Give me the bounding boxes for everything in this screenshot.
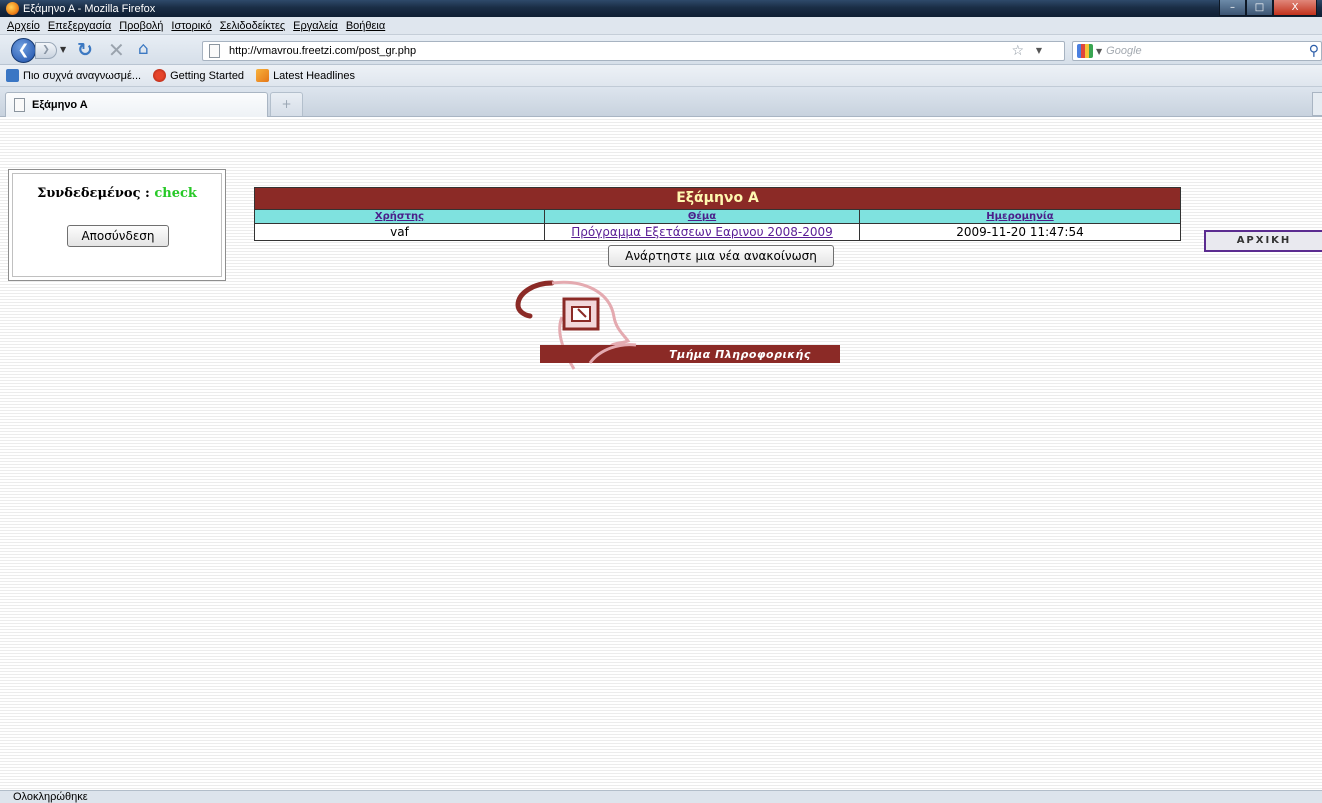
logged-in-username: check xyxy=(154,186,197,201)
bookmark-latest-headlines[interactable]: Latest Headlines xyxy=(250,69,361,82)
menu-file[interactable]: Αρχείο xyxy=(0,20,44,32)
getting-started-icon xyxy=(153,69,167,82)
tab-label: Εξάμηνο Α xyxy=(32,99,88,111)
page-icon xyxy=(14,98,25,112)
status-text: Ολοκληρώθηκε xyxy=(13,791,88,803)
menu-edit[interactable]: Επεξεργασία xyxy=(44,20,115,32)
new-tab-button[interactable]: + xyxy=(270,92,303,116)
tab-active[interactable]: Εξάμηνο Α xyxy=(5,92,268,117)
menu-history[interactable]: Ιστορικό xyxy=(167,20,215,32)
menu-bookmarks[interactable]: Σελιδοδείκτες xyxy=(216,20,289,32)
announcements-table: Εξάμηνο Α Χρήστης Θέμα Ημερομηνία vaf Πρ… xyxy=(254,187,1181,241)
department-logo-text: Τμήμα Πληροφορικής xyxy=(669,348,811,361)
login-status-box: Συνδεδεμένος : check Αποσύνδεση xyxy=(8,169,226,281)
home-icon[interactable]: ⌂ xyxy=(138,41,149,58)
bookmark-most-visited[interactable]: Πιο συχνά αναγνωσμέ... xyxy=(0,69,147,82)
subject-link[interactable]: Πρόγραμμα Εξετάσεων Εαρινου 2008-2009 xyxy=(571,225,833,239)
bookmark-getting-started[interactable]: Getting Started xyxy=(147,69,250,82)
cell-date: 2009-11-20 11:47:54 xyxy=(956,225,1084,239)
table-title: Εξάμηνο Α xyxy=(255,188,1180,209)
search-input[interactable]: Google xyxy=(1106,45,1141,57)
navigation-toolbar: ❮ ❯ ▼ ↻ ✕ ⌂ http://vmavrou.freetzi.com/p… xyxy=(0,35,1322,65)
department-logo: Τμήμα Πληροφορικής xyxy=(512,277,842,377)
forward-button[interactable]: ❯ xyxy=(35,42,57,59)
menu-tools[interactable]: Εργαλεία xyxy=(289,20,342,32)
maximize-button[interactable]: □ xyxy=(1246,0,1273,16)
search-go-icon[interactable]: ⚲ xyxy=(1309,43,1319,59)
window-controls: – □ X xyxy=(1219,0,1317,16)
search-engine-dropdown-icon[interactable]: ▼ xyxy=(1096,47,1102,56)
url-text[interactable]: http://vmavrou.freetzi.com/post_gr.php xyxy=(229,45,416,57)
cell-subject: Πρόγραμμα Εξετάσεων Εαρινου 2008-2009 xyxy=(545,224,860,240)
window-title: Εξάμηνο Α - Mozilla Firefox xyxy=(23,2,156,15)
url-dropdown-icon[interactable]: ▼ xyxy=(1036,46,1042,55)
login-prefix: Συνδεδεμένος : xyxy=(37,186,155,201)
cell-user: vaf xyxy=(255,224,545,240)
bookmark-star-icon[interactable]: ☆ xyxy=(1011,43,1024,59)
column-header-subject[interactable]: Θέμα xyxy=(545,210,860,223)
bookmark-label: Latest Headlines xyxy=(273,69,356,82)
logout-button[interactable]: Αποσύνδεση xyxy=(67,225,169,247)
column-header-date[interactable]: Ημερομηνία xyxy=(860,210,1180,223)
minimize-button[interactable]: – xyxy=(1219,0,1246,16)
menu-view[interactable]: Προβολή xyxy=(115,20,167,32)
tab-strip: Εξάμηνο Α + xyxy=(0,87,1322,117)
bookmark-label: Πιο συχνά αναγνωσμέ... xyxy=(23,69,142,82)
close-button[interactable]: X xyxy=(1273,0,1317,16)
column-header-user[interactable]: Χρήστης xyxy=(255,210,545,223)
home-link[interactable]: ΑΡΧΙΚΗ xyxy=(1204,230,1322,252)
table-header-row: Χρήστης Θέμα Ημερομηνία xyxy=(255,209,1180,223)
bookmarks-toolbar: Πιο συχνά αναγνωσμέ... Getting Started L… xyxy=(0,65,1322,87)
most-visited-icon xyxy=(6,69,19,82)
menu-bar: Αρχείο Επεξεργασία Προβολή Ιστορικό Σελι… xyxy=(0,17,1322,35)
history-dropdown-icon[interactable]: ▼ xyxy=(60,45,66,54)
page-icon xyxy=(209,44,220,58)
table-row: vaf Πρόγραμμα Εξετάσεων Εαρινου 2008-200… xyxy=(255,223,1180,240)
login-status: Συνδεδεμένος : check xyxy=(9,186,225,201)
page-content: Συνδεδεμένος : check Αποσύνδεση Εξάμηνο … xyxy=(0,117,1322,790)
google-icon[interactable] xyxy=(1077,44,1093,58)
department-logo-graphic xyxy=(515,280,840,370)
search-bar[interactable]: ▼ Google ⚲ xyxy=(1072,41,1322,61)
status-bar: Ολοκληρώθηκε xyxy=(0,790,1322,803)
window-titlebar: Εξάμηνο Α - Mozilla Firefox – □ X xyxy=(0,0,1322,17)
tab-scroll-button[interactable] xyxy=(1312,92,1322,116)
rss-icon xyxy=(256,69,270,82)
firefox-icon xyxy=(6,2,19,15)
stop-icon[interactable]: ✕ xyxy=(108,40,125,60)
reload-icon[interactable]: ↻ xyxy=(77,41,93,60)
bookmark-label: Getting Started xyxy=(170,69,245,82)
menu-help[interactable]: Βοήθεια xyxy=(342,20,389,32)
new-announcement-button[interactable]: Ανάρτηστε μια νέα ανακοίνωση xyxy=(608,245,834,267)
address-bar[interactable]: http://vmavrou.freetzi.com/post_gr.php ☆… xyxy=(202,41,1065,61)
back-button[interactable]: ❮ xyxy=(11,38,36,63)
